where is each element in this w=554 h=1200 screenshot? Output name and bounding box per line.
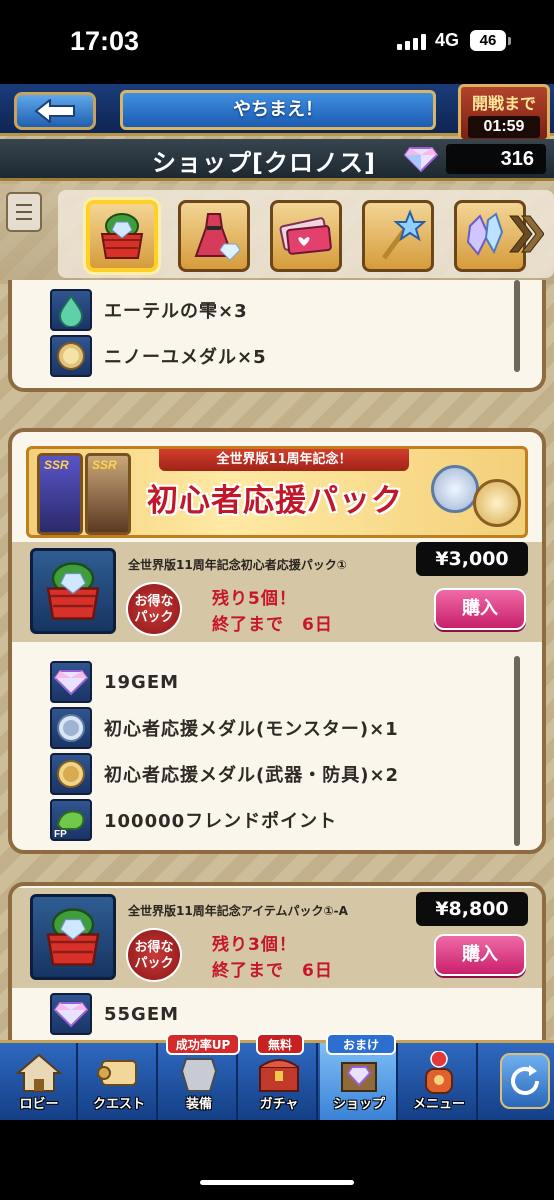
- banner-title: 初心者応援パック: [147, 483, 403, 519]
- buy-button[interactable]: 購入: [434, 934, 526, 976]
- monster-medal-icon: [50, 707, 92, 749]
- pack-row: 全世界版11周年記念アイテムパック①-A ¥8,800 お得な パック 残り3個！…: [12, 888, 542, 988]
- price-tag: ¥8,800: [416, 892, 528, 926]
- scrollbar[interactable]: [514, 656, 520, 846]
- list-item: FP 100000フレンドポイント: [50, 798, 337, 842]
- pack-panel-beginner: SSR SSR 全世界版11周年記念！ 初心者応援パック 全世界版11周年記念初…: [8, 428, 546, 854]
- buy-button[interactable]: 購入: [434, 588, 526, 630]
- wand-icon: [381, 209, 426, 260]
- category-strip: [0, 184, 554, 284]
- nav-equipment[interactable]: 成功率UP 装備: [160, 1033, 240, 1120]
- smiley-icon: [425, 1051, 453, 1094]
- list-item: エーテルの雫×3: [50, 288, 248, 332]
- refresh-icon: [511, 1065, 539, 1095]
- friend-point-icon: FP: [50, 799, 92, 841]
- bottom-safe-area: [0, 1120, 554, 1200]
- refresh-button[interactable]: [500, 1053, 550, 1109]
- timer-label: 開戦まで: [471, 94, 536, 113]
- shop-header: ショップ[クロノス] 316: [0, 139, 554, 181]
- house-icon: [15, 1053, 63, 1092]
- gem-icon: [50, 661, 92, 703]
- character-card: SSR: [85, 453, 131, 535]
- nav-gacha[interactable]: 無料 ガチャ: [240, 1033, 318, 1120]
- deadline: 終了まで 6日: [212, 615, 333, 635]
- gift-box-icon: [100, 213, 144, 259]
- weapon-medal-icon: [50, 753, 92, 795]
- game-screen: やちまえ！ 開戦まで 01:59 ショップ[クロノス] 316 エーテルの雫×3…: [0, 84, 554, 1120]
- receipt-button[interactable]: [6, 192, 42, 232]
- battle-timer[interactable]: 開戦まで 01:59: [458, 84, 550, 142]
- category-weapon-tab[interactable]: [362, 200, 434, 272]
- stock-info: 残り3個！ 終了まで 6日: [212, 932, 333, 984]
- pack-name: 全世界版11周年記念初心者応援パック①: [128, 558, 347, 572]
- deal-badge: お得な パック: [126, 582, 182, 636]
- chevron-double-right-icon[interactable]: [508, 214, 544, 254]
- item-label: 55GEM: [104, 1003, 180, 1025]
- scroll-icon: [97, 1060, 137, 1086]
- nav-menu[interactable]: メニュー: [400, 1043, 478, 1120]
- medal-icon: [50, 335, 92, 377]
- shop-title: ショップ[クロノス]: [152, 149, 376, 177]
- nav-shop[interactable]: おまけ ショップ: [320, 1033, 398, 1120]
- top-header: やちまえ！ 開戦まで 01:59: [0, 84, 554, 142]
- nav-quest[interactable]: クエスト: [80, 1043, 158, 1120]
- item-label: 19GEM: [104, 671, 180, 693]
- gem-icon: [50, 993, 92, 1035]
- armor-icon: [180, 1058, 218, 1092]
- list-item: ニノーユメダル×5: [50, 334, 267, 378]
- gift-box-icon: [30, 894, 116, 980]
- timer-value: 01:59: [468, 116, 540, 138]
- list-item: 19GEM: [50, 660, 179, 704]
- deal-badge: お得な パック: [126, 928, 182, 982]
- item-label: 初心者応援メダル(モンスター)×1: [104, 719, 399, 740]
- item-label: ニノーユメダル×5: [104, 347, 267, 368]
- signal-icon: [397, 34, 427, 50]
- ether-drop-icon: [50, 289, 92, 331]
- back-button[interactable]: [14, 92, 96, 130]
- page-title: やちまえ！: [120, 90, 436, 130]
- home-indicator[interactable]: [200, 1180, 354, 1185]
- status-time: 17:03: [70, 26, 140, 56]
- battery-icon: 46: [470, 30, 506, 51]
- monster-medal-icon: [431, 465, 479, 513]
- remaining-count: 残り3個！: [212, 935, 297, 955]
- pack-panel-previous: エーテルの雫×3 ニノーユメダル×5: [8, 280, 546, 392]
- stock-info: 残り5個！ 終了まで 6日: [212, 586, 333, 638]
- item-label: 初心者応援メダル(武器・防具)×2: [104, 765, 400, 786]
- network-type: 4G: [435, 30, 460, 50]
- bottom-nav: ロビー クエスト 成功率UP 装備 無料 ガチャ おまけ ショップ メニュー: [0, 1033, 554, 1120]
- gift-box-icon: [30, 548, 116, 634]
- scrollbar[interactable]: [514, 280, 520, 372]
- tickets-icon: [279, 217, 332, 255]
- pack-row: 全世界版11周年記念初心者応援パック① ¥3,000 お得な パック 残り5個！ …: [12, 542, 542, 642]
- character-card: SSR: [37, 453, 83, 535]
- list-item: 初心者応援メダル(モンスター)×1: [50, 706, 399, 750]
- shop-stall-icon: [341, 1062, 377, 1092]
- list-item: 初心者応援メダル(武器・防具)×2: [50, 752, 399, 796]
- treasure-chest-icon: [259, 1059, 299, 1092]
- pack-name: 全世界版11周年記念アイテムパック①-A: [128, 904, 348, 918]
- remaining-count: 残り5個！: [212, 589, 297, 609]
- dress-icon: [194, 213, 241, 261]
- gem-icon: [404, 147, 438, 172]
- nav-lobby[interactable]: ロビー: [0, 1043, 78, 1120]
- item-label: 100000フレンドポイント: [104, 811, 338, 832]
- gem-count: 316: [446, 144, 546, 174]
- pack-banner: SSR SSR 全世界版11周年記念！ 初心者応援パック: [26, 446, 528, 538]
- list-item: 55GEM: [50, 992, 179, 1036]
- arrow-left-icon: [34, 99, 75, 123]
- deadline: 終了まで 6日: [212, 961, 333, 981]
- price-tag: ¥3,000: [416, 542, 528, 576]
- item-label: エーテルの雫×3: [104, 301, 248, 322]
- category-costume-tab[interactable]: [178, 200, 250, 272]
- category-gift-tab[interactable]: [86, 200, 158, 272]
- weapon-medal-icon: [473, 479, 521, 527]
- category-ticket-tab[interactable]: [270, 200, 342, 272]
- battery-tip: [508, 37, 511, 45]
- status-bar: 17:03 4G 46: [0, 0, 554, 84]
- banner-ribbon: 全世界版11周年記念！: [159, 449, 409, 471]
